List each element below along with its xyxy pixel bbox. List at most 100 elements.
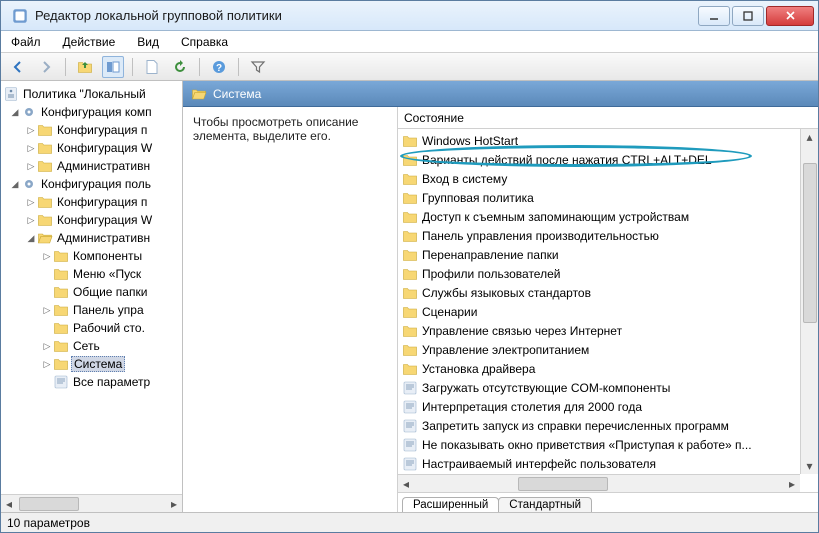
close-button[interactable] xyxy=(766,6,814,26)
tree-item[interactable]: ▷Компоненты xyxy=(1,247,182,265)
tree-item[interactable]: ▷Конфигурация п xyxy=(1,121,182,139)
list-item-label: Доступ к съемным запоминающим устройства… xyxy=(422,210,689,224)
folder-icon xyxy=(402,228,418,244)
tree-item[interactable]: ▷Конфигурация п xyxy=(1,193,182,211)
tree-item[interactable]: ▷Конфигурация W xyxy=(1,139,182,157)
list-item-label: Профили пользователей xyxy=(422,267,560,281)
list-item-label: Загружать отсутствующие COM-компоненты xyxy=(422,381,670,395)
up-button[interactable] xyxy=(74,56,96,78)
folder-icon xyxy=(402,342,418,358)
folder-icon xyxy=(402,304,418,320)
list-item-label: Управление электропитанием xyxy=(422,343,589,357)
column-header[interactable]: Состояние xyxy=(398,107,818,129)
policy-tree[interactable]: Политика "Локальный ◢Конфигурация комп ▷… xyxy=(1,81,182,494)
list-item[interactable]: Управление электропитанием xyxy=(402,340,796,359)
list-item-label: Службы языковых стандартов xyxy=(422,286,591,300)
menu-help[interactable]: Справка xyxy=(177,33,232,51)
list-hscrollbar[interactable]: ◂▸ xyxy=(398,474,800,492)
tree-item[interactable]: ▷Административн xyxy=(1,157,182,175)
properties-button[interactable] xyxy=(141,56,163,78)
tab-standard[interactable]: Стандартный xyxy=(498,497,592,512)
list-item-label: Вход в систему xyxy=(422,172,507,186)
setting-icon xyxy=(402,399,418,415)
list-item-label: Интерпретация столетия для 2000 года xyxy=(422,400,642,414)
tree-pane: Политика "Локальный ◢Конфигурация комп ▷… xyxy=(1,81,183,512)
setting-icon xyxy=(402,418,418,434)
status-text: 10 параметров xyxy=(7,516,90,530)
tree-item[interactable]: Общие папки xyxy=(1,283,182,301)
tree-item[interactable]: ▷Конфигурация W xyxy=(1,211,182,229)
tree-item[interactable]: Рабочий сто. xyxy=(1,319,182,337)
tree-admin-templates[interactable]: ◢Административн xyxy=(1,229,182,247)
forward-button[interactable] xyxy=(35,56,57,78)
list-item[interactable]: Доступ к съемным запоминающим устройства… xyxy=(402,207,796,226)
list-item[interactable]: Установка драйвера xyxy=(402,359,796,378)
folder-icon xyxy=(402,266,418,282)
folder-icon xyxy=(402,323,418,339)
list-item[interactable]: Службы языковых стандартов xyxy=(402,283,796,302)
titlebar: Редактор локальной групповой политики xyxy=(1,1,818,31)
setting-icon xyxy=(402,380,418,396)
list-vscrollbar[interactable]: ▴▾ xyxy=(800,129,818,474)
show-hide-tree-button[interactable] xyxy=(102,56,124,78)
list-item-label: Не показывать окно приветствия «Приступа… xyxy=(422,438,752,452)
list-item[interactable]: Управление связью через Интернет xyxy=(402,321,796,340)
details-header: Система xyxy=(183,81,818,107)
view-tabs: Расширенный Стандартный xyxy=(398,492,818,512)
list-item-label: Сценарии xyxy=(422,305,477,319)
list-item[interactable]: Интерпретация столетия для 2000 года xyxy=(402,397,796,416)
gpedit-window: Редактор локальной групповой политики Фа… xyxy=(0,0,819,533)
menu-file[interactable]: Файл xyxy=(7,33,45,51)
list-item-label: Варианты действий после нажатия CTRL+ALT… xyxy=(422,153,712,167)
refresh-button[interactable] xyxy=(169,56,191,78)
list-item[interactable]: Профили пользователей xyxy=(402,264,796,283)
description-panel: Чтобы просмотреть описание элемента, выд… xyxy=(183,107,398,512)
back-button[interactable] xyxy=(7,56,29,78)
details-header-title: Система xyxy=(213,87,261,101)
help-button[interactable]: ? xyxy=(208,56,230,78)
folder-icon xyxy=(402,190,418,206)
list-item[interactable]: Не показывать окно приветствия «Приступа… xyxy=(402,435,796,454)
menu-view[interactable]: Вид xyxy=(133,33,163,51)
tree-item[interactable]: Меню «Пуск xyxy=(1,265,182,283)
folder-icon xyxy=(402,171,418,187)
list-item[interactable]: Настраиваемый интерфейс пользователя xyxy=(402,454,796,473)
list-item-label: Windows HotStart xyxy=(422,134,518,148)
list-item-label: Настраиваемый интерфейс пользователя xyxy=(422,457,656,471)
list-item[interactable]: Запретить запуск из справки перечисленны… xyxy=(402,416,796,435)
list-item-label: Управление связью через Интернет xyxy=(422,324,622,338)
filter-button[interactable] xyxy=(247,56,269,78)
list-item-label: Перенаправление папки xyxy=(422,248,559,262)
toolbar: ? xyxy=(1,53,818,81)
folder-icon xyxy=(191,86,207,102)
menu-action[interactable]: Действие xyxy=(59,33,120,51)
tree-computer-config[interactable]: ◢Конфигурация комп xyxy=(1,103,182,121)
tree-item[interactable]: ▷Сеть xyxy=(1,337,182,355)
tree-hscrollbar[interactable]: ◂▸ xyxy=(1,494,182,512)
folder-icon xyxy=(402,247,418,263)
details-pane: Система Чтобы просмотреть описание элеме… xyxy=(183,81,818,512)
list-item-label: Панель управления производительностью xyxy=(422,229,659,243)
maximize-button[interactable] xyxy=(732,6,764,26)
folder-icon xyxy=(402,152,418,168)
list-item[interactable]: Загружать отсутствующие COM-компоненты xyxy=(402,378,796,397)
list-item-label: Групповая политика xyxy=(422,191,534,205)
list-item[interactable]: Сценарии xyxy=(402,302,796,321)
tab-extended[interactable]: Расширенный xyxy=(402,497,499,512)
svg-text:?: ? xyxy=(216,63,222,74)
folder-icon xyxy=(402,285,418,301)
tree-user-config[interactable]: ◢Конфигурация поль xyxy=(1,175,182,193)
list-item[interactable]: Вход в систему xyxy=(402,169,796,188)
list-item[interactable]: Варианты действий после нажатия CTRL+ALT… xyxy=(402,150,796,169)
tree-all-settings[interactable]: Все параметр xyxy=(1,373,182,391)
list-item[interactable]: Групповая политика xyxy=(402,188,796,207)
setting-icon xyxy=(402,437,418,453)
tree-root[interactable]: Политика "Локальный xyxy=(1,85,182,103)
content-area: Политика "Локальный ◢Конфигурация комп ▷… xyxy=(1,81,818,512)
tree-system[interactable]: ▷Система xyxy=(1,355,182,373)
list-item[interactable]: Windows HotStart xyxy=(402,131,796,150)
list-item[interactable]: Перенаправление папки xyxy=(402,245,796,264)
tree-item[interactable]: ▷Панель упра xyxy=(1,301,182,319)
list-item[interactable]: Панель управления производительностью xyxy=(402,226,796,245)
minimize-button[interactable] xyxy=(698,6,730,26)
